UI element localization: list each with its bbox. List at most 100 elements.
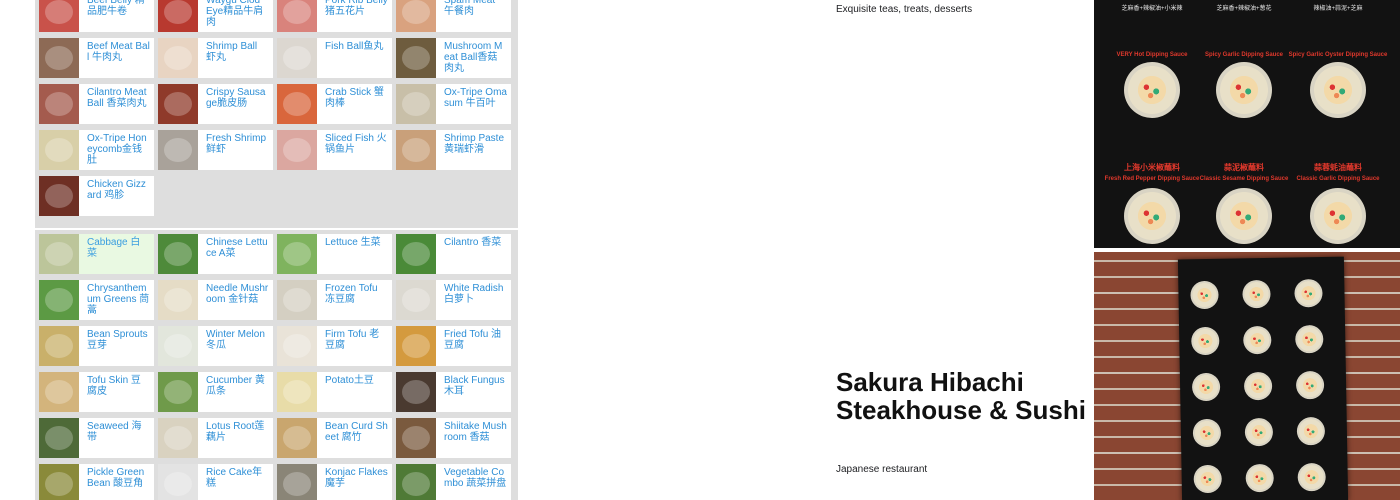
sauce-toppings bbox=[1199, 425, 1215, 441]
sauce-toppings bbox=[1250, 332, 1265, 348]
menu-item-label: Seaweed 海带 bbox=[87, 421, 142, 443]
sauce-toppings bbox=[1302, 332, 1317, 347]
poster-heading: 辣椒油+蒜泥+芝麻 bbox=[1313, 6, 1363, 12]
menu-item-label: Cilantro 香菜 bbox=[444, 237, 502, 248]
menu-item[interactable]: Shrimp Ball 虾丸 bbox=[158, 38, 273, 78]
menu-item[interactable]: Beef Meat Ball 牛肉丸 bbox=[39, 38, 154, 78]
food-photo-icon bbox=[396, 464, 436, 500]
menu-item-label: Shrimp Ball 虾丸 bbox=[206, 41, 258, 63]
poster-heading: 芝麻香+辣椒油+小米辣 bbox=[1121, 6, 1183, 12]
menu-item[interactable]: Tofu Skin 豆腐皮 bbox=[39, 372, 154, 412]
menu-item-label: Fresh Shrimp 鲜虾 bbox=[206, 133, 267, 155]
menu-item[interactable]: Ox-Tripe Omasum 牛百叶 bbox=[396, 84, 511, 124]
sauce-poster-photo-1[interactable]: 芝麻香+辣椒油+小米辣 VERY Hot Dipping Sauce 上海小米椒蘸料… bbox=[1094, 0, 1400, 248]
food-photo-icon bbox=[396, 38, 436, 78]
menu-item-label: Pork Rib Belly 猪五花片 bbox=[325, 0, 388, 17]
menu-item[interactable]: Spam Meat 午餐肉 bbox=[396, 0, 511, 32]
food-photo-icon bbox=[39, 280, 79, 320]
menu-item-label: Konjac Flakes 魔芋 bbox=[325, 467, 388, 489]
menu-item[interactable]: Chicken Gizzard 鸡胗 bbox=[39, 176, 154, 216]
menu-item-label: Ox-Tripe Omasum 牛百叶 bbox=[444, 87, 507, 109]
sauce-toppings bbox=[1198, 333, 1213, 349]
sauce-toppings bbox=[1250, 378, 1266, 394]
menu-item[interactable]: Cucumber 黄瓜条 bbox=[158, 372, 273, 412]
menu-item[interactable]: Lotus Root莲藕片 bbox=[158, 418, 273, 458]
menu-item[interactable]: Beef Belly 精品肥牛卷 bbox=[39, 0, 154, 32]
menu-item[interactable]: Firm Tofu 老豆腐 bbox=[277, 326, 392, 366]
meat-grid: Beef Belly 精品肥牛卷 Waygu Clod Eye精品牛肩肉 Pork … bbox=[39, 0, 511, 216]
food-photo-icon bbox=[277, 326, 317, 366]
menu-item[interactable]: Vegetable Combo 蔬菜拼盘 bbox=[396, 464, 511, 500]
menu-item[interactable]: Sliced Fish 火锅鱼片 bbox=[277, 130, 392, 170]
sauce-poster-photo-2[interactable] bbox=[1094, 252, 1400, 500]
menu-item-label: Firm Tofu 老豆腐 bbox=[325, 329, 380, 351]
food-photo-icon bbox=[277, 464, 317, 500]
menu-item[interactable]: Chrysanthemum Greens 茼蒿 bbox=[39, 280, 154, 320]
menu-item-label: Cucumber 黄瓜条 bbox=[206, 375, 265, 397]
menu-item-label: Chrysanthemum Greens 茼蒿 bbox=[87, 283, 150, 316]
sauce-toppings bbox=[1138, 202, 1166, 230]
menu-item-label: Winter Melon 冬瓜 bbox=[206, 329, 265, 351]
menu-item[interactable]: Fresh Shrimp 鲜虾 bbox=[158, 130, 273, 170]
menu-item-label: Beef Meat Ball 牛肉丸 bbox=[87, 41, 150, 63]
menu-item[interactable]: Chinese Lettuce A菜 bbox=[158, 234, 273, 274]
menu-item[interactable]: Winter Melon 冬瓜 bbox=[158, 326, 273, 366]
menu-item[interactable]: Needle Mushroom 金针菇 bbox=[158, 280, 273, 320]
menu-item[interactable]: Shrimp Paste 黄瑞虾滑 bbox=[396, 130, 511, 170]
menu-item[interactable]: Seaweed 海带 bbox=[39, 418, 154, 458]
menu-item[interactable]: Cilantro Meat Ball 香菜肉丸 bbox=[39, 84, 154, 124]
food-photo-icon bbox=[396, 418, 436, 458]
food-photo-icon bbox=[39, 130, 79, 170]
menu-item-label: Black Fungus 木耳 bbox=[444, 375, 505, 397]
menu-item[interactable]: Mushroom Meat Ball香菇肉丸 bbox=[396, 38, 511, 78]
sauce-bowl bbox=[1216, 188, 1272, 244]
menu-item-label: Pickle Green Bean 酸豆角 bbox=[87, 467, 145, 489]
food-photo-icon bbox=[277, 84, 317, 124]
menu-item[interactable]: Konjac Flakes 魔芋 bbox=[277, 464, 392, 500]
sauce-bowl bbox=[1191, 372, 1221, 402]
meat-section: Beef Belly 精品肥牛卷 Waygu Clod Eye精品牛肩肉 Pork … bbox=[35, 0, 518, 228]
poster-sauce-name: Spicy Garlic Dipping Sauce bbox=[1204, 52, 1284, 58]
food-photo-icon bbox=[396, 372, 436, 412]
menu-item[interactable]: Cilantro 香菜 bbox=[396, 234, 511, 274]
menu-item-label: Shiitake Mushroom 香菇 bbox=[444, 421, 507, 443]
food-photo-icon bbox=[158, 38, 198, 78]
sauce-bowl bbox=[1245, 463, 1274, 493]
menu-item-label: Crispy Sausage脆皮肠 bbox=[206, 87, 266, 109]
menu-item-label: Potato土豆 bbox=[325, 375, 374, 386]
menu-item[interactable]: Fish Ball鱼丸 bbox=[277, 38, 392, 78]
menu-item[interactable]: Ox-Tripe Honeycomb金钱肚 bbox=[39, 130, 154, 170]
menu-item[interactable]: Pickle Green Bean 酸豆角 bbox=[39, 464, 154, 500]
food-photo-icon bbox=[158, 418, 198, 458]
menu-item[interactable]: Shiitake Mushroom 香菇 bbox=[396, 418, 511, 458]
sauce-toppings bbox=[1230, 202, 1258, 230]
menu-item[interactable]: Bean Sprouts 豆芽 bbox=[39, 326, 154, 366]
menu-item[interactable]: Pork Rib Belly 猪五花片 bbox=[277, 0, 392, 32]
menu-item[interactable]: Cabbage 白菜 bbox=[39, 234, 154, 274]
menu-item[interactable]: Waygu Clod Eye精品牛肩肉 bbox=[158, 0, 273, 32]
menu-item-label: White Radish 白萝卜 bbox=[444, 283, 504, 305]
food-photo-icon bbox=[277, 38, 317, 78]
menu-item[interactable]: Lettuce 生菜 bbox=[277, 234, 392, 274]
food-photo-icon bbox=[277, 418, 317, 458]
menu-item[interactable]: Crab Stick 蟹肉棒 bbox=[277, 84, 392, 124]
menu-item[interactable]: Bean Curd Sheet 腐竹 bbox=[277, 418, 392, 458]
menu-item[interactable]: Frozen Tofu 冻豆腐 bbox=[277, 280, 392, 320]
menu-item[interactable]: White Radish 白萝卜 bbox=[396, 280, 511, 320]
menu-item[interactable]: Potato土豆 bbox=[277, 372, 392, 412]
menu-item[interactable]: Rice Cake年糕 bbox=[158, 464, 273, 500]
sauce-poster: 芝麻香+辣椒油+小米辣 VERY Hot Dipping Sauce 上海小米椒蘸料… bbox=[1094, 0, 1400, 248]
food-photo-icon bbox=[277, 372, 317, 412]
vegetable-grid: Cabbage 白菜 Chinese Lettuce A菜 Lettuce 生菜 Ci… bbox=[39, 234, 511, 500]
menu-item-label: Tofu Skin 豆腐皮 bbox=[87, 375, 141, 397]
menu-item[interactable]: Fried Tofu 油豆腐 bbox=[396, 326, 511, 366]
food-photo-icon bbox=[396, 326, 436, 366]
poster-red-title: 蒜蓉蚝油蘸料 bbox=[1314, 163, 1362, 172]
menu-item[interactable]: Crispy Sausage脆皮肠 bbox=[158, 84, 273, 124]
sauce-toppings bbox=[1249, 286, 1264, 302]
menu-item-label: Waygu Clod Eye精品牛肩肉 bbox=[206, 0, 264, 28]
menu-item[interactable]: Black Fungus 木耳 bbox=[396, 372, 511, 412]
sauce-toppings bbox=[1302, 378, 1318, 393]
food-photo-icon bbox=[158, 84, 198, 124]
menu-item-label: Crab Stick 蟹肉棒 bbox=[325, 87, 384, 109]
